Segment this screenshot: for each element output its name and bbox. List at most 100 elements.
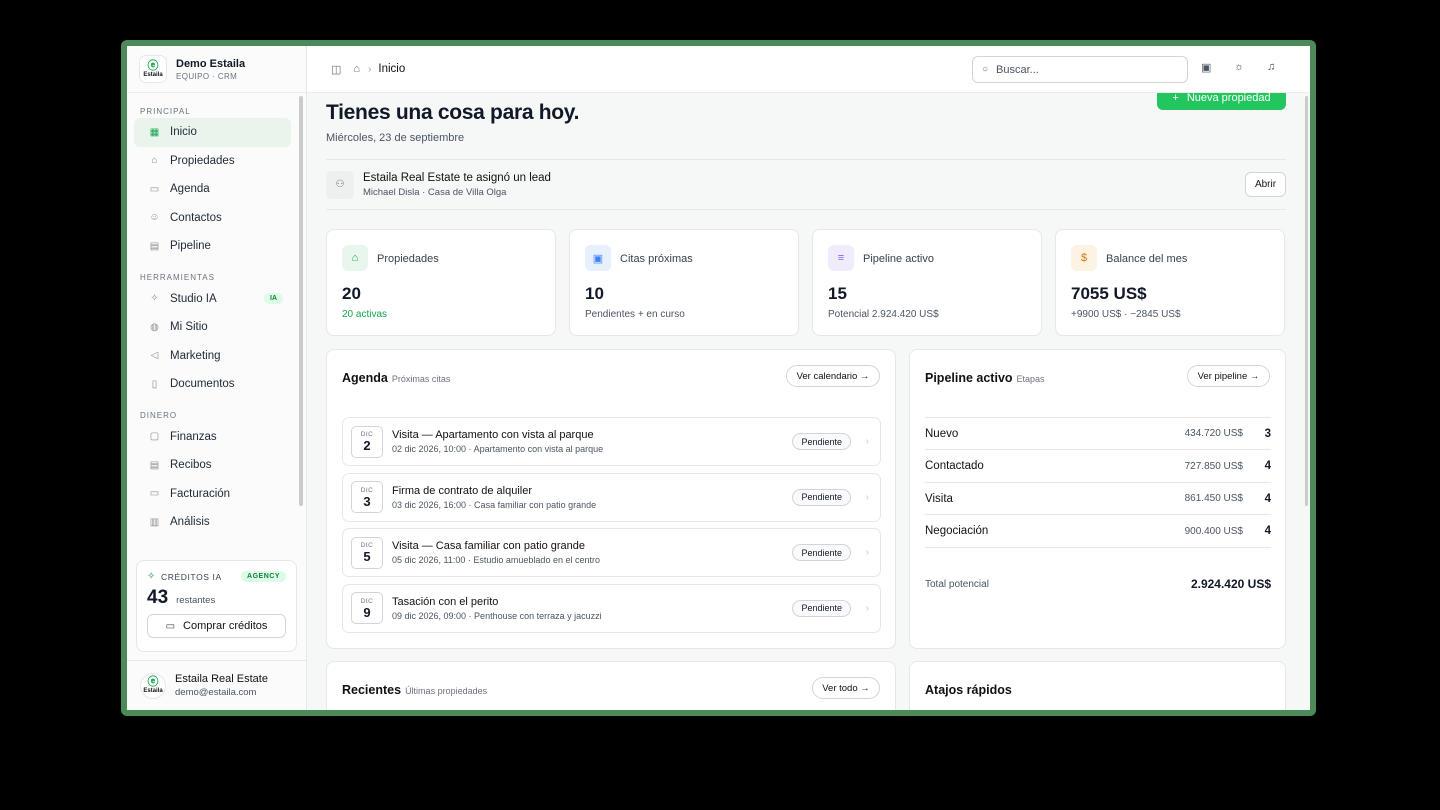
credit-card-icon: ▭ bbox=[165, 620, 176, 632]
sidebar-item-inicio[interactable]: ▦ Inicio bbox=[134, 118, 291, 147]
page-title: Tienes una cosa para hoy. bbox=[326, 101, 580, 124]
kpi-card-pipeline[interactable]: ≡ Pipeline activo 15 Potencial 2.924.420… bbox=[812, 229, 1042, 336]
sidebar: ⓔ Estaila Demo Estaila EQUIPO · CRM PRINC… bbox=[127, 46, 307, 710]
sidebar-scrollbar[interactable] bbox=[299, 96, 303, 506]
pipeline-subtitle: Etapas bbox=[1016, 374, 1045, 384]
appointment-detail: 02 dic 2026, 10:00 · Apartamento con vis… bbox=[392, 444, 604, 454]
credits-count-label: restantes bbox=[176, 595, 216, 606]
list-item[interactable]: DIC 5 Visita — Casa familiar con patio gr… bbox=[342, 528, 881, 577]
kpi-card-balance[interactable]: $ Balance del mes 7055 US$ +9900 US$ · −… bbox=[1055, 229, 1285, 336]
search-box[interactable]: ○ bbox=[972, 56, 1188, 83]
sidebar-item-analisis[interactable]: ▥ Análisis bbox=[134, 508, 291, 537]
user-name: Estaila Real Estate bbox=[175, 673, 268, 685]
view-calendar-button[interactable]: Ver calendario → bbox=[786, 365, 880, 387]
topbar: ◫ ⌂ › Inicio ○ ▣ ☼ ♫ bbox=[307, 46, 1310, 93]
kpi-value: 15 bbox=[828, 284, 847, 303]
list-item[interactable]: DIC 9 Tasación con el perito 09 dic 2026,… bbox=[342, 583, 881, 633]
stage-amount: 900.400 US$ bbox=[1184, 525, 1243, 537]
sidebar-item-finanzas[interactable]: ▢ Finanzas bbox=[134, 423, 291, 452]
app-window: ⓔ Estaila Demo Estaila EQUIPO · CRM PRINC… bbox=[127, 46, 1310, 710]
estaila-logo: ⓔ Estaila bbox=[139, 55, 167, 83]
home-icon: ⌂ bbox=[342, 245, 368, 271]
calendar-icon: ▭ bbox=[149, 183, 160, 195]
chevron-right-icon: › bbox=[368, 63, 372, 75]
view-pipeline-button[interactable]: Ver pipeline → bbox=[1187, 365, 1270, 387]
sidebar-item-studio-ia[interactable]: ✧ Studio IA IA bbox=[134, 285, 291, 314]
chevron-right-icon: › bbox=[865, 602, 869, 614]
kpi-subtext: +9900 US$ · −2845 US$ bbox=[1071, 309, 1181, 320]
kpi-subtext: Pendientes + en curso bbox=[585, 309, 685, 320]
kpi-label: Balance del mes bbox=[1106, 253, 1188, 265]
status-badge: Pendiente bbox=[792, 433, 851, 450]
breadcrumb[interactable]: Inicio bbox=[378, 63, 405, 75]
table-row[interactable]: Visita 861.450 US$ 4 bbox=[925, 483, 1271, 515]
view-all-button[interactable]: Ver todo → bbox=[812, 677, 880, 699]
sparkle-icon: ✧ bbox=[147, 571, 156, 582]
kpi-card-citas[interactable]: ▣ Citas próximas 10 Pendientes + en curs… bbox=[569, 229, 799, 336]
globe-icon: ◍ bbox=[150, 321, 159, 333]
credit-card-icon: ▭ bbox=[149, 488, 160, 500]
main-area: ◫ ⌂ › Inicio ○ ▣ ☼ ♫ + Nueva propiedad T… bbox=[307, 46, 1310, 710]
sidebar-item-pipeline[interactable]: ▤ Pipeline bbox=[134, 232, 291, 261]
buy-credits-label: Comprar créditos bbox=[183, 620, 268, 632]
sidebar-item-propiedades[interactable]: ⌂ Propiedades bbox=[134, 147, 291, 176]
user-menu[interactable]: ⓔ Estaila Estaila Real Estate demo@estail… bbox=[127, 660, 307, 710]
new-property-label: Nueva propiedad bbox=[1186, 93, 1271, 104]
calendar-icon[interactable]: ▣ bbox=[1201, 61, 1211, 74]
sidebar-item-label: Contactos bbox=[170, 211, 222, 224]
chevron-right-icon: › bbox=[865, 547, 869, 558]
stage-name: Nuevo bbox=[925, 427, 959, 440]
users-icon: ☺ bbox=[149, 212, 160, 224]
list-item[interactable]: DIC 2 Visita — Apartamento con vista al p… bbox=[342, 417, 881, 466]
sidebar-item-facturacion[interactable]: ▭ Facturación bbox=[134, 480, 291, 509]
plan-badge: AGENCY bbox=[241, 571, 286, 582]
sidebar-item-label: Análisis bbox=[170, 516, 210, 529]
sidebar-item-agenda[interactable]: ▭ Agenda bbox=[134, 175, 291, 204]
bell-icon[interactable]: ♫ bbox=[1267, 61, 1275, 73]
stage-count: 4 bbox=[1264, 492, 1271, 505]
open-notification-button[interactable]: Abrir bbox=[1245, 172, 1286, 197]
kpi-card-propiedades[interactable]: ⌂ Propiedades 20 20 activas bbox=[326, 229, 556, 336]
workspace-switcher[interactable]: ⓔ Estaila Demo Estaila EQUIPO · CRM bbox=[127, 46, 306, 93]
shortcuts-title: Atajos rápidos bbox=[925, 683, 1012, 697]
section-label-dinero: DINERO bbox=[140, 411, 178, 420]
buy-credits-button[interactable]: ▭ Comprar créditos bbox=[147, 614, 286, 638]
search-input[interactable] bbox=[996, 63, 1167, 76]
shortcuts-card: Atajos rápidos bbox=[909, 661, 1286, 710]
kpi-label: Citas próximas bbox=[620, 253, 693, 265]
appointment-title: Visita — Casa familiar con patio grande bbox=[392, 540, 586, 552]
sidebar-item-recibos[interactable]: ▤ Recibos bbox=[134, 451, 291, 480]
sidebar-item-label: Documentos bbox=[170, 378, 235, 391]
main-scrollbar[interactable] bbox=[1305, 96, 1308, 506]
status-badge: Pendiente bbox=[792, 599, 851, 617]
section-label-principal: PRINCIPAL bbox=[140, 106, 191, 116]
theme-toggle-icon[interactable]: ☼ bbox=[1234, 61, 1244, 73]
appointment-detail: 03 dic 2026, 16:00 · Casa familiar con p… bbox=[392, 499, 597, 510]
sidebar-item-label: Finanzas bbox=[170, 430, 217, 443]
table-row[interactable]: Nuevo 434.720 US$ 3 bbox=[925, 418, 1271, 450]
new-property-button[interactable]: + Nueva propiedad bbox=[1157, 93, 1286, 110]
list-item[interactable]: DIC 3 Firma de contrato de alquiler 03 di… bbox=[342, 472, 881, 522]
table-row[interactable]: Negociación 900.400 US$ 4 bbox=[925, 516, 1271, 548]
stage-count: 4 bbox=[1264, 460, 1271, 472]
date-badge: DIC 9 bbox=[351, 592, 383, 624]
kpi-value: 7055 US$ bbox=[1071, 284, 1147, 303]
table-row[interactable]: Contactado 727.850 US$ 4 bbox=[925, 451, 1271, 483]
date-badge: DIC 5 bbox=[351, 536, 383, 569]
credits-count: 43 bbox=[147, 587, 169, 608]
sidebar-item-documentos[interactable]: ▯ Documentos bbox=[134, 370, 291, 399]
kpi-subtext: Potencial 2.924.420 US$ bbox=[828, 309, 939, 320]
calendar-icon: ▣ bbox=[585, 245, 611, 271]
date-badge: DIC 2 bbox=[351, 425, 383, 458]
home-icon[interactable]: ⌂ bbox=[353, 63, 360, 75]
pipeline-card: Pipeline activo Etapas Ver pipeline → Nue… bbox=[909, 349, 1286, 649]
sidebar-item-mi-sitio[interactable]: ◍ Mi Sitio bbox=[134, 313, 291, 342]
bar-chart-icon: ▥ bbox=[149, 516, 160, 528]
agenda-subtitle: Próximas citas bbox=[391, 374, 451, 384]
sidebar-toggle-icon[interactable]: ◫ bbox=[331, 63, 341, 76]
sidebar-item-marketing[interactable]: ◁ Marketing bbox=[134, 342, 291, 371]
sidebar-item-contactos[interactable]: ☺ Contactos bbox=[134, 204, 291, 233]
credits-label: CRÉDITOS IA bbox=[160, 571, 222, 582]
building-icon: ⌂ bbox=[151, 155, 158, 167]
stage-count: 3 bbox=[1264, 427, 1271, 440]
